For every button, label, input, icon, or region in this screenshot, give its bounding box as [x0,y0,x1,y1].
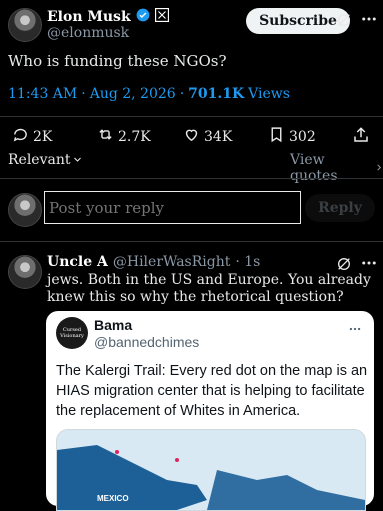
quoted-name: Bama [94,317,133,333]
reply-input[interactable] [44,191,301,224]
retweet-icon [97,126,114,147]
relevant-sort-button[interactable]: Relevant [8,152,82,168]
tweet-date[interactable]: Aug 2, 2026 [90,86,176,102]
quoted-avatar-text: Cursed Visionary [60,327,84,339]
composer-avatar [8,193,42,227]
quoted-map-image[interactable]: MEXICO [56,429,366,511]
like-count: 34K [204,128,233,145]
divider [0,178,383,179]
tweet-time[interactable]: 11:43 AM [8,86,77,102]
chevron-right-icon [375,160,383,176]
quoted-more-icon[interactable] [348,321,362,340]
reply-action-button[interactable]: 2K [12,126,52,147]
reply-submit-button[interactable]: Reply [305,194,375,222]
divider [0,116,383,117]
retweet-action-button[interactable]: 2.7K [97,126,151,147]
quoted-handle: @bannedchimes [94,334,200,350]
quoted-text: The Kalergi Trail: Every red dot on the … [56,363,368,419]
bookmark-icon [268,126,285,147]
retweet-count: 2.7K [118,128,151,145]
view-quotes-link[interactable]: View quotes [290,152,383,184]
verified-badge-icon [136,7,150,26]
share-icon[interactable] [352,126,370,148]
like-action-button[interactable]: 34K [183,126,232,147]
grok-icon[interactable] [336,12,352,32]
quoted-post-card[interactable]: Cursed Visionary Bama @bannedchimes The … [46,311,374,511]
views-count: 701.1K [188,86,245,102]
x-logo-icon [154,7,169,26]
tweet-text: Who is funding these NGOs? [8,52,227,70]
reply-timestamp[interactable]: · 1s [235,254,260,270]
map-label-mexico: MEXICO [97,494,129,503]
meta-dot: · [179,86,185,102]
view-quotes-label: View quotes [290,152,338,184]
meta-separator: · [81,86,86,102]
reply-text: jews. Both in the US and Europe. You alr… [47,272,371,305]
reply-icon [12,126,29,147]
author-name[interactable]: Elon Musk [47,9,131,25]
views-label: Views [248,86,290,102]
author-name-row[interactable]: Elon Musk [47,7,169,26]
bookmark-action-button[interactable]: 302 [268,126,316,147]
subscribe-button[interactable]: Subscribe [246,8,350,34]
author-avatar[interactable] [8,8,42,42]
bookmark-count: 302 [289,128,316,145]
reply-author-name[interactable]: Uncle A [47,254,108,270]
tweet-meta: 11:43 AM · Aug 2, 2026 · 701.1K Views [8,86,290,102]
reply-author-avatar[interactable] [8,255,42,289]
author-handle[interactable]: @elonmusk [47,25,129,41]
reply-author-handle[interactable]: @HilerWasRight [113,254,230,270]
relevant-sort-label: Relevant [8,152,71,168]
chevron-down-icon [73,152,82,168]
reply-count: 2K [33,128,53,145]
heart-icon [183,126,200,147]
quoted-avatar: Cursed Visionary [56,317,88,349]
reply-header: Uncle A @HilerWasRight · 1s [47,254,260,270]
divider [0,241,383,242]
more-options-icon[interactable] [360,10,378,32]
